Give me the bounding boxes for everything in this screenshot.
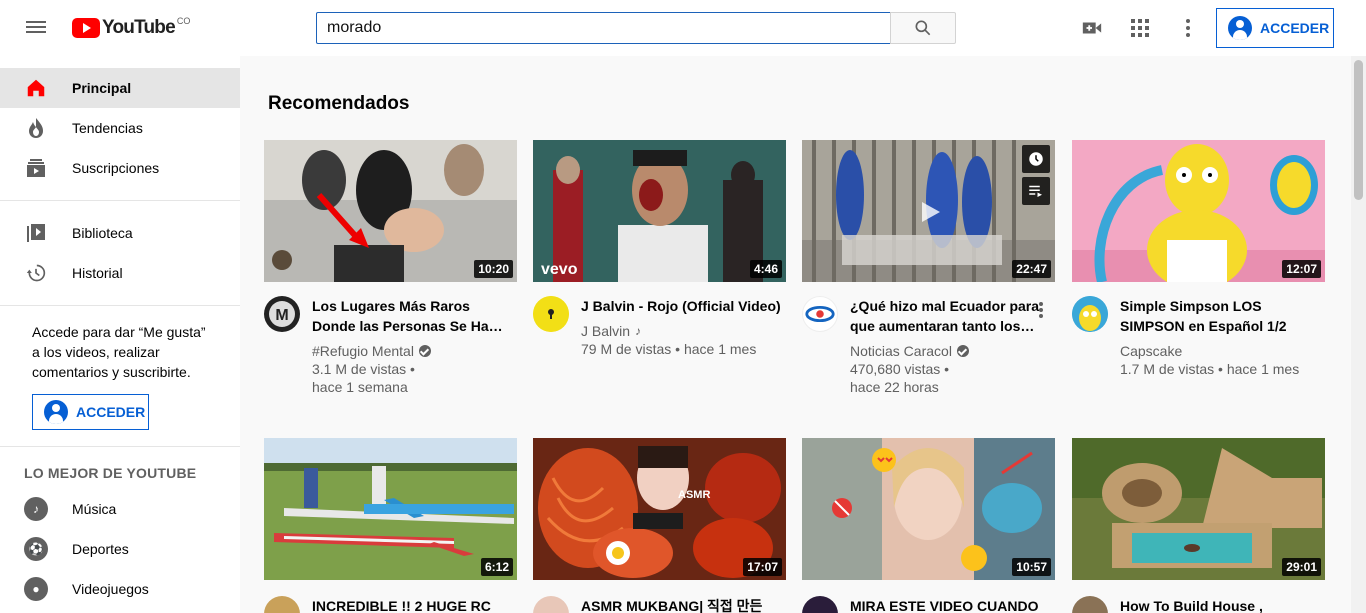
video-thumbnail[interactable]: 12:07 — [1072, 140, 1325, 282]
video-card[interactable]: 10:57 MIRA ESTE VIDEO CUANDO — [802, 438, 1055, 613]
search-input[interactable] — [327, 19, 880, 37]
channel-avatar[interactable] — [533, 596, 569, 613]
svg-text:ASMR: ASMR — [678, 489, 710, 501]
apps-grid-icon[interactable] — [1128, 16, 1152, 40]
sidebar-divider — [0, 446, 240, 447]
video-thumbnail[interactable]: 29:01 — [1072, 438, 1325, 580]
video-duration: 10:20 — [474, 260, 513, 278]
video-duration: 12:07 — [1282, 260, 1321, 278]
trending-icon — [24, 116, 48, 140]
channel-avatar[interactable] — [802, 596, 838, 613]
sidebar-item-sports[interactable]: ⚽ Deportes — [0, 529, 240, 569]
video-duration: 22:47 — [1012, 260, 1051, 278]
search-icon — [915, 20, 931, 36]
video-card[interactable]: vevo 4:46 J Balvin - Rojo (Official Vide… — [533, 140, 786, 358]
home-icon — [24, 76, 48, 100]
sidebar-item-music[interactable]: ♪ Música — [0, 489, 240, 529]
video-card[interactable]: 22:47 ¿Qué hizo mal Ecuador para que aum… — [802, 140, 1055, 396]
upload-age: hace 1 semana — [312, 379, 408, 395]
video-thumbnail[interactable]: 10:20 — [264, 140, 517, 282]
video-duration: 17:07 — [743, 558, 782, 576]
history-icon — [24, 261, 48, 285]
video-duration: 6:12 — [480, 558, 513, 576]
video-title[interactable]: Los Lugares Más Raros Donde las Personas… — [312, 296, 517, 336]
view-count: 470,680 vistas • — [850, 361, 950, 377]
channel-name[interactable]: Capscake — [1120, 342, 1325, 360]
video-card[interactable]: 6:12 INCREDIBLE !! 2 HUGE RC — [264, 438, 517, 613]
channel-avatar[interactable] — [264, 596, 300, 613]
search-button[interactable] — [890, 12, 956, 44]
video-thumbnail[interactable]: vevo 4:46 — [533, 140, 786, 282]
library-icon — [24, 221, 48, 245]
channel-avatar[interactable] — [533, 296, 569, 332]
video-card[interactable]: ASMR 17:07 ASMR MUKBANG| 직접 만든 — [533, 438, 786, 613]
music-icon: ♪ — [24, 497, 48, 521]
upload-age: hace 22 horas — [850, 379, 939, 395]
page-scrollbar[interactable] — [1351, 56, 1366, 613]
create-video-icon[interactable] — [1080, 16, 1104, 40]
verified-icon — [418, 345, 431, 357]
view-count: 79 M de vistas • hace 1 mes — [581, 341, 757, 357]
sidebar-item-gaming[interactable]: ● Videojuegos — [0, 569, 240, 609]
add-to-queue-icon[interactable] — [1022, 177, 1050, 205]
video-title[interactable]: J Balvin - Rojo (Official Video) — [581, 296, 781, 316]
video-thumbnail[interactable]: 6:12 — [264, 438, 517, 580]
settings-more-icon[interactable] — [1176, 16, 1200, 40]
sidebar-item-trending[interactable]: Tendencias — [0, 108, 240, 148]
signin-message: Accede para dar “Me gusta” a los videos,… — [32, 324, 206, 380]
video-duration: 4:46 — [749, 260, 782, 278]
video-title[interactable]: INCREDIBLE !! 2 HUGE RC — [312, 596, 491, 613]
video-thumbnail[interactable]: 10:57 — [802, 438, 1055, 580]
sidebar-item-library[interactable]: Biblioteca — [0, 213, 240, 253]
channel-name[interactable]: Noticias Caracol — [850, 342, 1055, 360]
sidebar: Principal Tendencias Suscripciones Bibli… — [0, 56, 240, 613]
video-title[interactable]: Simple Simpson LOS SIMPSON en Español 1/… — [1120, 296, 1325, 336]
video-menu-icon[interactable] — [1029, 298, 1053, 322]
channel-name[interactable]: #Refugio Mental — [312, 342, 517, 360]
sidebar-item-history[interactable]: Historial — [0, 253, 240, 293]
sidebar-divider — [0, 200, 240, 201]
video-duration: 10:57 — [1012, 558, 1051, 576]
channel-name[interactable]: J Balvin ♪ — [581, 322, 781, 340]
video-title[interactable]: MIRA ESTE VIDEO CUANDO — [850, 596, 1039, 613]
video-card[interactable]: 10:20 M Los Lugares Más Raros Donde las … — [264, 140, 517, 396]
video-duration: 29:01 — [1282, 558, 1321, 576]
account-icon — [44, 400, 68, 424]
best-of-youtube-heading: LO MEJOR DE YOUTUBE — [24, 465, 197, 481]
gaming-icon: ● — [24, 577, 48, 601]
video-thumbnail[interactable]: 22:47 — [802, 140, 1055, 282]
search-field[interactable] — [316, 12, 891, 44]
sports-icon: ⚽ — [24, 537, 48, 561]
scrollbar-thumb[interactable] — [1354, 60, 1363, 200]
youtube-logo[interactable]: YouTube CO — [72, 16, 190, 39]
watch-later-icon[interactable] — [1022, 145, 1050, 173]
sidebar-signin-button[interactable]: ACCEDER — [32, 394, 149, 430]
video-title[interactable]: ASMR MUKBANG| 직접 만든 — [581, 596, 762, 613]
top-bar: YouTube CO ACCEDER — [0, 0, 1366, 56]
sidebar-item-subscriptions[interactable]: Suscripciones — [0, 148, 240, 188]
signin-button[interactable]: ACCEDER — [1216, 8, 1334, 48]
subscriptions-icon — [24, 156, 48, 180]
view-count: 1.7 M de vistas • hace 1 mes — [1120, 361, 1300, 377]
channel-avatar[interactable] — [1072, 296, 1108, 332]
sidebar-divider — [0, 305, 240, 306]
channel-avatar[interactable]: M — [264, 296, 300, 332]
music-note-icon: ♪ — [635, 324, 642, 338]
menu-icon[interactable] — [24, 18, 48, 38]
video-title[interactable]: How To Build House , — [1120, 596, 1263, 613]
sidebar-item-home[interactable]: Principal — [0, 68, 240, 108]
channel-avatar[interactable] — [802, 296, 838, 332]
section-title: Recomendados — [268, 93, 410, 114]
view-count: 3.1 M de vistas • — [312, 361, 415, 377]
svg-text:M: M — [275, 307, 288, 324]
verified-icon — [956, 345, 969, 357]
channel-avatar[interactable] — [1072, 596, 1108, 613]
video-card[interactable]: 12:07 Simple Simpson LOS SIMPSON en Espa… — [1072, 140, 1325, 378]
youtube-play-icon — [72, 18, 100, 38]
video-title[interactable]: ¿Qué hizo mal Ecuador para que aumentara… — [850, 296, 1055, 336]
account-icon — [1228, 16, 1252, 40]
svg-text:vevo: vevo — [541, 261, 578, 278]
video-thumbnail[interactable]: ASMR 17:07 — [533, 438, 786, 580]
video-card[interactable]: 29:01 How To Build House , — [1072, 438, 1325, 613]
